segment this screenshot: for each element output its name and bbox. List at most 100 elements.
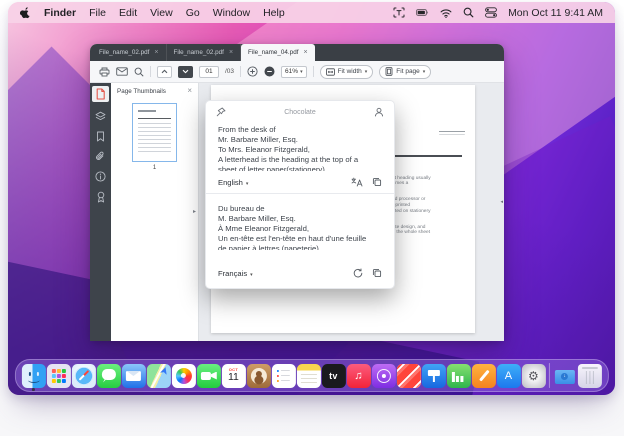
dock-downloads[interactable] [553, 364, 577, 388]
zoom-in-icon[interactable] [247, 66, 258, 77]
target-line: de papier à lettres (papeterie) [218, 244, 382, 250]
dock-calendar[interactable]: OCT11 [221, 364, 245, 388]
close-icon[interactable] [303, 49, 307, 56]
spotlight-icon[interactable] [463, 7, 474, 18]
menu-view[interactable]: View [150, 7, 173, 19]
sidebar-tool-attachments-icon[interactable] [95, 151, 106, 162]
translator-popup: Chocolate From the desk ofMr. Barbare Mi… [205, 100, 395, 289]
dock-news[interactable] [396, 364, 420, 388]
copy-icon[interactable] [372, 177, 382, 187]
zoom-out-icon[interactable] [264, 66, 275, 77]
dock-tv[interactable] [321, 364, 345, 388]
refresh-icon[interactable] [353, 268, 363, 278]
sidebar-tool-info-icon[interactable] [95, 171, 106, 182]
dock-keynote[interactable] [421, 364, 445, 388]
chevron-down-icon [423, 68, 426, 75]
close-icon[interactable] [187, 87, 192, 95]
sidebar-tool-strip [90, 83, 111, 341]
dock-settings[interactable] [521, 364, 545, 388]
toolbar-divider [150, 66, 151, 77]
source-line: Mr. Barbare Miller, Esq. [218, 135, 382, 145]
dock-numbers[interactable] [446, 364, 470, 388]
screen-capture-icon[interactable] [393, 7, 405, 18]
fit-width-button[interactable]: Fit width [320, 65, 374, 79]
target-line: M. Barbare Miller, Esq. [218, 214, 382, 224]
close-icon[interactable] [154, 49, 158, 56]
pin-icon[interactable] [216, 107, 226, 117]
apple-menu-icon[interactable] [20, 7, 31, 19]
menu-help[interactable]: Help [263, 7, 285, 19]
dock-separator [548, 363, 549, 388]
dock-trash[interactable] [578, 364, 602, 388]
panel-collapse-arrow[interactable]: ▸ [193, 208, 196, 215]
print-icon[interactable] [99, 67, 110, 77]
dock-launchpad[interactable] [46, 364, 70, 388]
source-text: From the desk ofMr. Barbare Miller, Esq.… [206, 121, 394, 171]
page-thumbnails-panel: Page Thumbnails 1 ▸ [111, 83, 199, 341]
menu-go[interactable]: Go [186, 7, 200, 19]
thumbnail-page-number: 1 [153, 165, 156, 171]
dock-notes[interactable] [296, 364, 320, 388]
thumbnail-preview [138, 109, 171, 156]
zoom-level-select[interactable]: 61% [281, 66, 307, 78]
close-icon[interactable] [229, 49, 233, 56]
tab-file-name-04-pdf[interactable]: File_name_04.pdf [241, 44, 315, 61]
dock-facetime[interactable] [196, 364, 220, 388]
dock-pages[interactable] [471, 364, 495, 388]
dock-reminders[interactable] [271, 364, 295, 388]
dock-music[interactable] [346, 364, 370, 388]
source-language-select[interactable]: English [218, 178, 248, 187]
next-page-button[interactable] [178, 66, 193, 78]
dock: OCT11 [14, 359, 608, 392]
chevron-down-icon [300, 68, 303, 75]
battery-icon[interactable] [416, 7, 429, 18]
dock-photos[interactable] [171, 364, 195, 388]
dock-podcasts[interactable] [371, 364, 395, 388]
sidebar-tool-bookmarks-icon[interactable] [96, 131, 105, 142]
target-language-select[interactable]: Français [218, 269, 253, 278]
page-thumbnail[interactable] [132, 103, 177, 162]
dock-finder[interactable] [21, 364, 45, 388]
dock-messages[interactable] [96, 364, 120, 388]
previous-page-button[interactable] [157, 66, 172, 78]
chevron-down-icon [250, 269, 253, 278]
right-collapse-arrow[interactable]: ◂ [500, 199, 503, 205]
control-center-icon[interactable] [485, 7, 497, 18]
menu-app-name[interactable]: Finder [44, 7, 76, 19]
sidebar-tool-page-thumbnails[interactable] [92, 86, 109, 102]
page-number-input[interactable] [199, 66, 219, 78]
menu-edit[interactable]: Edit [119, 7, 137, 19]
marketing-canvas: Finder File Edit View Go Window Help Mon Oct … [0, 0, 624, 436]
dock-appstore[interactable] [496, 364, 520, 388]
chevron-down-icon [365, 68, 368, 75]
panel-title: Page Thumbnails [117, 88, 166, 95]
dock-mail[interactable] [121, 364, 145, 388]
popup-divider [206, 193, 394, 194]
dock-safari[interactable] [71, 364, 95, 388]
menu-window[interactable]: Window [213, 7, 250, 19]
fit-page-button[interactable]: Fit page [379, 65, 431, 79]
menu-file[interactable]: File [89, 7, 106, 19]
profile-icon[interactable] [374, 107, 384, 117]
pdf-toolbar: /03 61% Fit width Fit page [90, 61, 504, 83]
letterhead-mark [439, 131, 465, 132]
tab-file-name-02-pdf[interactable]: File_name_02.pdf [167, 44, 242, 61]
email-icon[interactable] [116, 67, 128, 76]
toolbar-divider [240, 66, 241, 77]
source-line: From the desk of [218, 125, 382, 135]
target-line: À Mme Eleanor Fitzgerald, [218, 224, 382, 234]
menu-clock[interactable]: Mon Oct 11 9:41 AM [508, 7, 603, 19]
popup-title: Chocolate [284, 109, 316, 116]
sidebar-tool-layers-icon[interactable] [95, 111, 106, 122]
source-language-row: English [206, 171, 394, 193]
toolbar-divider [313, 66, 314, 77]
sidebar-tool-signature-icon[interactable] [96, 191, 106, 203]
copy-icon[interactable] [372, 268, 382, 278]
search-icon[interactable] [134, 67, 144, 77]
tab-file-name-02-pdf[interactable]: File_name_02.pdf [92, 44, 167, 61]
dock-maps[interactable] [146, 364, 170, 388]
translate-icon[interactable] [351, 177, 363, 187]
dock-contacts[interactable] [246, 364, 270, 388]
target-line: Un en-tête est l'en-tête en haut d'une f… [218, 234, 382, 244]
wifi-icon[interactable] [440, 8, 452, 18]
